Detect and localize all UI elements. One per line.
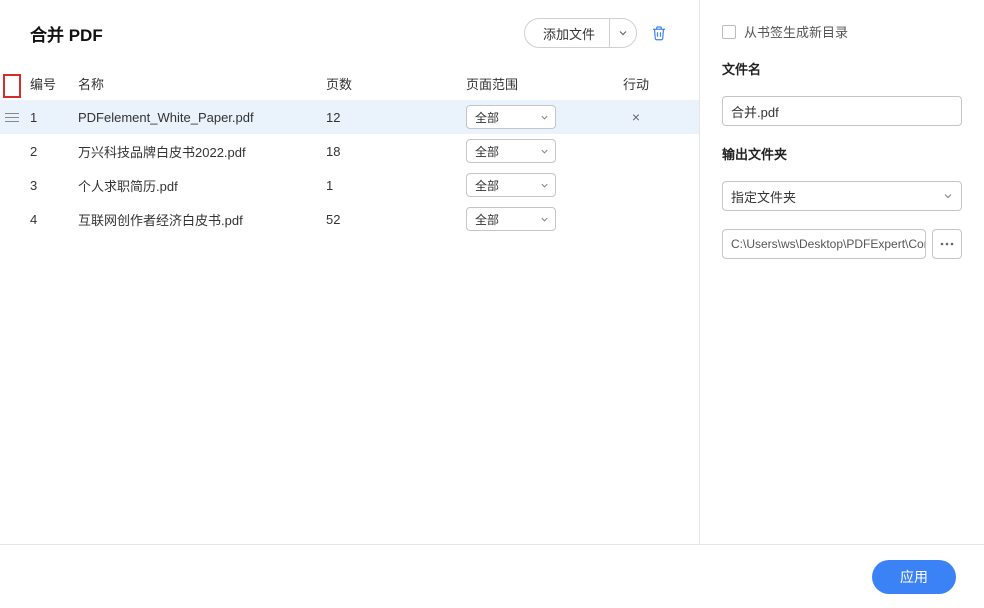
drag-handle-icon[interactable] <box>5 110 19 124</box>
col-header-range: 页面范围 <box>466 74 606 93</box>
add-file-label: 添加文件 <box>525 19 609 47</box>
chevron-down-icon <box>540 147 549 156</box>
page-range-select[interactable]: 全部 <box>466 173 556 197</box>
cell-name: 个人求职简历.pdf <box>78 176 326 195</box>
apply-button[interactable]: 应用 <box>872 560 956 594</box>
generate-toc-checkbox[interactable] <box>722 25 736 39</box>
file-table: 编号 名称 页数 页面范围 行动 1PDFelement_White_Paper… <box>0 66 699 236</box>
cell-num: 3 <box>30 178 78 193</box>
cell-range: 全部 <box>466 105 606 129</box>
cell-range: 全部 <box>466 173 606 197</box>
chevron-down-icon <box>540 215 549 224</box>
cell-pages: 12 <box>326 110 466 125</box>
folder-mode-value: 指定文件夹 <box>731 187 943 206</box>
cell-pages: 52 <box>326 212 466 227</box>
chevron-down-icon <box>540 181 549 190</box>
cell-name: 万兴科技品牌白皮书2022.pdf <box>78 142 326 161</box>
chevron-down-icon <box>943 191 953 201</box>
col-header-num: 编号 <box>30 74 78 93</box>
close-icon[interactable]: × <box>606 109 666 125</box>
header-row: 合并 PDF 添加文件 <box>0 18 699 66</box>
cell-range: 全部 <box>466 139 606 163</box>
left-panel: 合并 PDF 添加文件 编号 名称 <box>0 0 699 608</box>
table-row[interactable]: 3个人求职简历.pdf1全部 <box>0 168 699 202</box>
add-file-button[interactable]: 添加文件 <box>524 18 637 48</box>
table-header: 编号 名称 页数 页面范围 行动 <box>0 66 699 100</box>
cell-pages: 1 <box>326 178 466 193</box>
cell-num: 4 <box>30 212 78 227</box>
table-row[interactable]: 4互联网创作者经济白皮书.pdf52全部 <box>0 202 699 236</box>
col-header-pages: 页数 <box>326 74 466 93</box>
folder-mode-select[interactable]: 指定文件夹 <box>722 181 962 211</box>
cell-pages: 18 <box>326 144 466 159</box>
footer: 应用 <box>0 544 984 608</box>
table-row[interactable]: 2万兴科技品牌白皮书2022.pdf18全部 <box>0 134 699 168</box>
page-range-select[interactable]: 全部 <box>466 207 556 231</box>
chevron-down-icon[interactable] <box>610 19 636 47</box>
cell-num: 2 <box>30 144 78 159</box>
chevron-down-icon <box>540 113 549 122</box>
filename-input[interactable] <box>722 96 962 126</box>
cell-name: 互联网创作者经济白皮书.pdf <box>78 210 326 229</box>
folder-path-display: C:\Users\ws\Desktop\PDFExpert\Comb <box>722 229 926 259</box>
page-title: 合并 PDF <box>30 21 103 46</box>
cell-name: PDFelement_White_Paper.pdf <box>78 110 326 125</box>
trash-icon[interactable] <box>649 23 669 43</box>
col-header-action: 行动 <box>606 74 666 93</box>
generate-toc-label: 从书签生成新目录 <box>744 22 848 41</box>
page-range-select[interactable]: 全部 <box>466 105 556 129</box>
cell-action: × <box>606 109 666 125</box>
generate-toc-row: 从书签生成新目录 <box>722 22 962 41</box>
cell-num: 1 <box>30 110 78 125</box>
cell-range: 全部 <box>466 207 606 231</box>
filename-label: 文件名 <box>722 59 962 78</box>
right-panel: 从书签生成新目录 文件名 输出文件夹 指定文件夹 C:\Users\ws\Des… <box>699 0 984 608</box>
page-range-select[interactable]: 全部 <box>466 139 556 163</box>
col-header-name: 名称 <box>78 74 326 93</box>
browse-folder-button[interactable] <box>932 229 962 259</box>
output-folder-label: 输出文件夹 <box>722 144 962 163</box>
table-row[interactable]: 1PDFelement_White_Paper.pdf12全部 × <box>0 100 699 134</box>
